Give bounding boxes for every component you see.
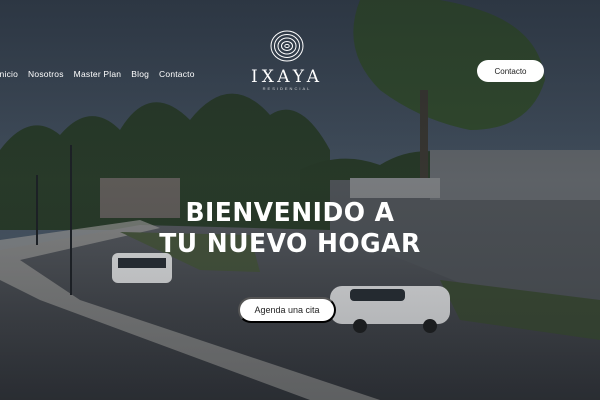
fingerprint-logo-icon [270,30,304,62]
contact-button[interactable]: Contacto [477,60,544,82]
hero-headline: BIENVENIDO A TU NUEVO HOGAR [150,197,430,259]
brand-name: IXAYA [251,67,323,87]
headline-line-2: TU NUEVO HOGAR [159,228,421,259]
brand-logo[interactable]: IXAYA RESIDENCIAL [247,28,327,102]
main-navigation: Inicio Nosotros Master Plan Blog Contact… [0,66,195,82]
brand-tagline: RESIDENCIAL [262,86,312,91]
nav-item-contacto[interactable]: Contacto [159,69,195,79]
nav-item-master-plan[interactable]: Master Plan [74,69,122,79]
nav-item-nosotros[interactable]: Nosotros [28,69,64,79]
nav-item-inicio[interactable]: Inicio [0,69,18,79]
schedule-appointment-button[interactable]: Agenda una cita [238,297,336,323]
headline-line-1: BIENVENIDO A [185,197,395,228]
nav-item-blog[interactable]: Blog [131,69,149,79]
